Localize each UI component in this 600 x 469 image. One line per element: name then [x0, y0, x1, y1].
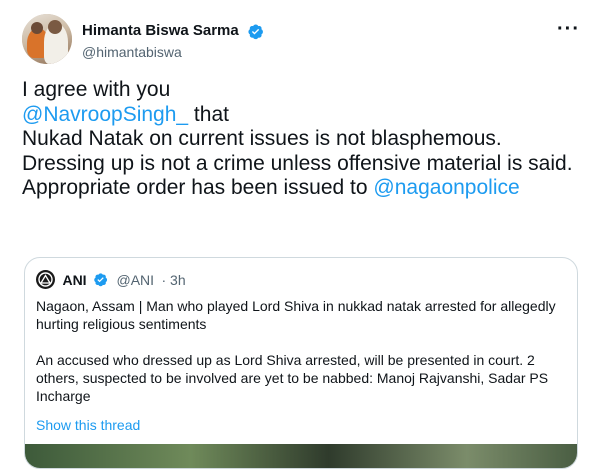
quoted-tweet-text: Nagaon, Assam | Man who played Lord Shiv…	[36, 297, 566, 423]
avatar[interactable]	[22, 14, 72, 64]
tweet-line: Appropriate order has been issued to @na…	[22, 176, 582, 201]
quoted-paragraph: Nagaon, Assam | Man who played Lord Shiv…	[36, 298, 556, 332]
show-thread-link[interactable]: Show this thread	[36, 417, 140, 433]
tweet-text: I agree with you @NavroopSingh_ that Nuk…	[22, 78, 582, 201]
quoted-tweet-header: ANI @ANI · 3h	[36, 270, 186, 290]
author-display-name[interactable]: Himanta Biswa Sarma	[82, 22, 239, 40]
tweet-line: Nukad Natak on current issues is not bla…	[22, 127, 502, 150]
quoted-media-image[interactable]	[25, 444, 577, 468]
verified-badge-icon	[247, 23, 264, 40]
tweet-line-fragment: Appropriate order has been issued to	[22, 176, 374, 199]
tweet-header: Himanta Biswa Sarma @himantabiswa ···	[22, 14, 586, 68]
mention-link[interactable]: @NavroopSingh_	[22, 103, 188, 126]
quoted-timestamp[interactable]: · 3h	[162, 272, 186, 288]
author-info: Himanta Biswa Sarma @himantabiswa	[82, 22, 264, 61]
quoted-paragraph: An accused who dressed up as Lord Shiva …	[36, 352, 549, 404]
mention-link[interactable]: @nagaonpolice	[373, 176, 519, 199]
ellipsis-icon[interactable]: ···	[557, 19, 580, 39]
quoted-display-name[interactable]: ANI	[62, 272, 86, 288]
ani-logo-icon[interactable]	[36, 270, 55, 289]
quoted-tweet[interactable]: ANI @ANI · 3h Nagaon, Assam | Man who pl…	[24, 257, 578, 469]
tweet-line: Dressing up is not a crime unless offens…	[22, 151, 573, 175]
tweet-line: @NavroopSingh_ that	[22, 103, 582, 128]
author-handle[interactable]: @himantabiswa	[82, 43, 264, 61]
verified-badge-icon	[93, 272, 108, 287]
quoted-handle[interactable]: @ANI	[116, 272, 154, 288]
tweet-line: I agree with you	[22, 78, 171, 101]
tweet-line-fragment: that	[188, 102, 229, 126]
